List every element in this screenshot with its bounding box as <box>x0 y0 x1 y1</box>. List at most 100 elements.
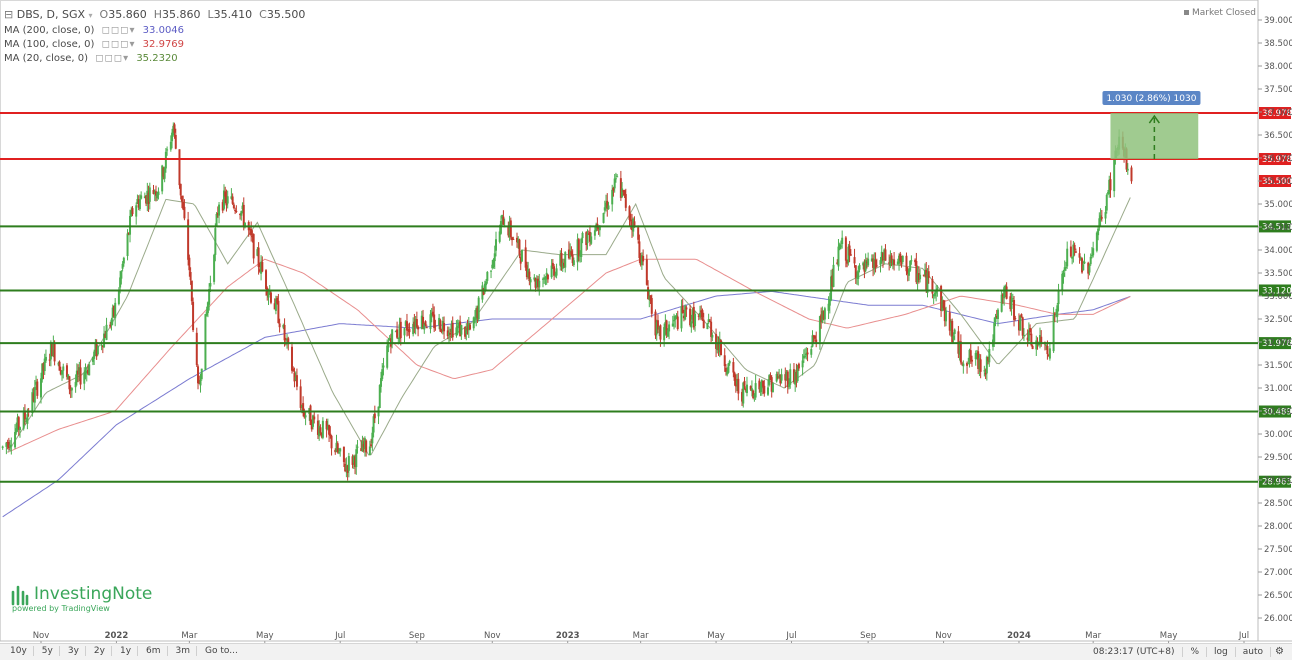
y-tick-label: 26.000 <box>1264 614 1292 624</box>
candle-body <box>131 208 134 215</box>
ma100-legend[interactable]: MA (100, close, 0) ◻◻◻▾ 32.9769 <box>4 39 184 50</box>
candle-body <box>893 259 896 265</box>
range-2y-button[interactable]: 2y <box>88 646 112 656</box>
ma20-legend[interactable]: MA (20, close, 0) ◻◻◻▾ 35.2320 <box>4 53 178 64</box>
candle-body <box>268 291 271 293</box>
candle-body <box>1088 265 1091 273</box>
range-10y-button[interactable]: 10y <box>4 646 34 656</box>
ma100-line <box>7 258 1131 453</box>
investingnote-logo[interactable]: InvestingNote powered by TradingView <box>10 584 152 613</box>
candle-body <box>355 449 358 468</box>
candle-body <box>140 195 143 199</box>
candle-body <box>396 329 399 338</box>
candle-body <box>737 378 740 394</box>
price-axis[interactable]: 26.000 26.500 27.000 27.500 28.000 28.500 29.0… <box>1258 16 1292 624</box>
candle-body <box>129 215 132 235</box>
candle-body <box>424 321 427 326</box>
range-buttons: 10y 5y 3y 2y 1y 6m 3m Go to... <box>4 646 244 656</box>
candle-body <box>261 261 264 272</box>
range-3y-button[interactable]: 3y <box>62 646 86 656</box>
bottom-toolbar: 10y 5y 3y 2y 1y 6m 3m Go to... 08:23:17 (UTC+8)… <box>0 643 1292 660</box>
percent-scale-button[interactable]: % <box>1183 647 1208 657</box>
candle-body <box>603 207 606 211</box>
candle-body <box>572 260 575 265</box>
candle-body <box>518 239 521 255</box>
candle-body <box>832 264 835 287</box>
candle-body <box>694 313 697 326</box>
candle-body <box>766 387 769 395</box>
candle-body <box>232 204 235 209</box>
candle-body <box>373 413 376 419</box>
candle-body <box>1071 256 1074 259</box>
candle-body <box>671 323 674 327</box>
candle-body <box>614 178 617 180</box>
ma200-value: 33.0046 <box>142 25 185 36</box>
log-scale-button[interactable]: log <box>1207 647 1236 657</box>
candle-body <box>723 355 726 367</box>
horizontal-levels[interactable]: 36.97835.97834.51333.12031.97630.48928.9… <box>0 107 1292 488</box>
candle-body <box>178 149 181 186</box>
candle-body <box>126 233 129 257</box>
price-range-measure[interactable]: 1.030 (2.86%) 1030 <box>1102 91 1201 160</box>
candle-body <box>189 271 192 281</box>
candle-body <box>1020 314 1023 318</box>
candle-body <box>727 363 730 373</box>
candle-body <box>520 250 523 262</box>
y-tick-label: 27.500 <box>1264 545 1292 555</box>
range-5y-button[interactable]: 5y <box>36 646 60 656</box>
ma100-settings-icon[interactable]: ◻◻◻▾ <box>102 39 136 50</box>
ma20-settings-icon[interactable]: ◻◻◻▾ <box>95 53 129 64</box>
candle-body <box>927 271 930 278</box>
candle-body <box>621 188 624 197</box>
candle-body <box>100 344 103 346</box>
candle-body <box>763 385 766 394</box>
y-tick-label: 31.500 <box>1264 361 1292 371</box>
gear-icon[interactable]: ⚙ <box>1271 646 1288 657</box>
candle-body <box>996 309 999 320</box>
y-tick-label: 30.000 <box>1264 430 1292 440</box>
candle-body <box>698 312 701 317</box>
candle-body <box>555 268 558 276</box>
auto-scale-button[interactable]: auto <box>1236 647 1272 657</box>
logo-subtitle: powered by TradingView <box>12 604 110 613</box>
candle-body <box>120 271 123 279</box>
candle-body <box>849 254 852 256</box>
candle-body <box>283 324 286 341</box>
goto-button[interactable]: Go to... <box>199 646 244 656</box>
candle-body <box>945 310 948 322</box>
x-tick-label: Mar <box>633 631 650 641</box>
ma200-legend[interactable]: MA (200, close, 0) ◻◻◻▾ 33.0046 <box>4 25 184 36</box>
range-6m-button[interactable]: 6m <box>140 646 168 656</box>
candle-body <box>1105 194 1108 211</box>
candle-body <box>586 233 589 244</box>
candle-body <box>570 251 573 255</box>
candle-body <box>434 325 437 327</box>
candle-body <box>138 199 141 210</box>
symbol-label[interactable]: DBS, D, SGX <box>17 8 85 21</box>
price-chart[interactable]: 36.97835.97834.51333.12031.97630.48928.9… <box>0 0 1292 659</box>
candle-body <box>853 257 856 264</box>
close-value: 35.500 <box>266 8 306 21</box>
range-1y-button[interactable]: 1y <box>114 646 139 656</box>
candle-body <box>204 314 207 370</box>
candle-body <box>962 363 965 367</box>
candle-body <box>675 315 678 317</box>
candle-body <box>1113 159 1116 192</box>
candle-body <box>460 324 463 335</box>
symbol-dropdown-icon[interactable]: ▾ <box>89 11 93 20</box>
candle-body <box>499 221 502 234</box>
candle-body <box>1005 286 1008 299</box>
candle-body <box>942 300 945 309</box>
candle-body <box>1037 344 1040 346</box>
ma200-settings-icon[interactable]: ◻◻◻▾ <box>102 25 136 36</box>
range-3m-button[interactable]: 3m <box>170 646 198 656</box>
chart-menu-icon[interactable]: ⊟ <box>4 8 13 21</box>
candle-body <box>277 300 280 324</box>
candle-body <box>1046 345 1049 355</box>
candle-body <box>710 321 713 337</box>
candle-body <box>789 369 792 385</box>
candle-body <box>443 322 446 332</box>
y-tick-label: 36.000 <box>1264 154 1292 164</box>
candle-body <box>724 367 727 372</box>
candle-body <box>1021 317 1024 336</box>
